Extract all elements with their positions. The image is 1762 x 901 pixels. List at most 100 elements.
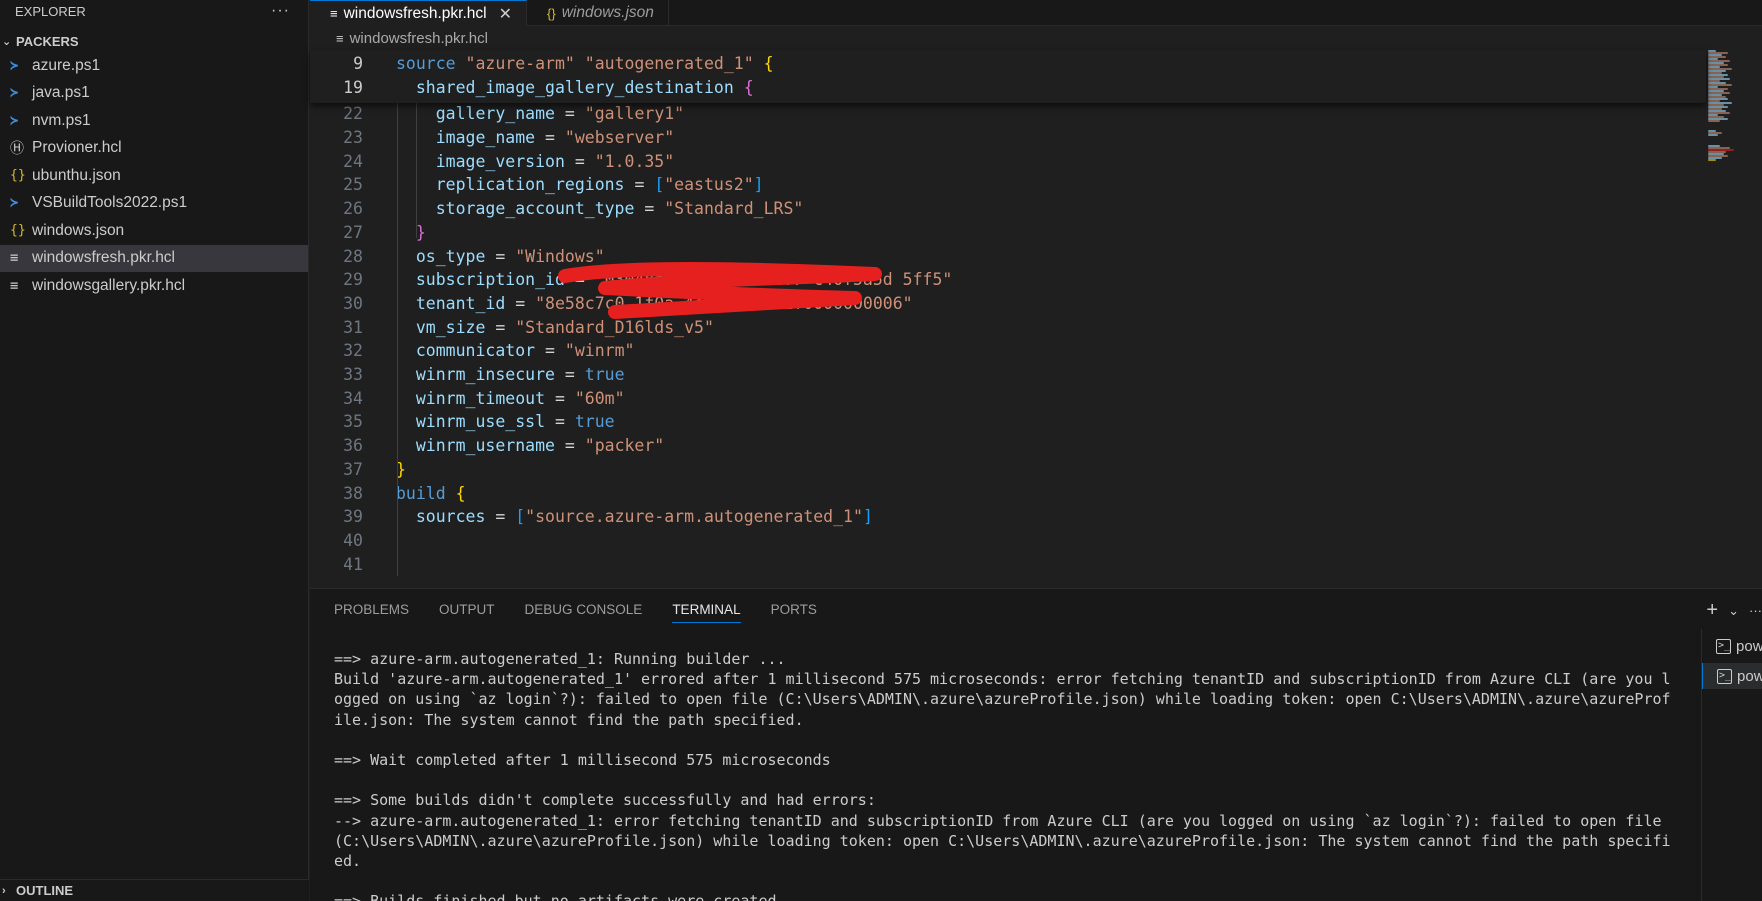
code-line: 36 winrm_username = "packer" — [310, 434, 664, 458]
code-line: 35 winrm_use_ssl = true — [310, 410, 614, 434]
code-line: 24 image_version = "1.0.35" — [310, 149, 674, 173]
file-item[interactable]: ≻ azure.ps1 — [0, 52, 308, 80]
panel-actions: + ⌄ ··· — [1706, 599, 1762, 622]
json-icon: {} — [10, 223, 26, 239]
close-icon[interactable]: ✕ — [499, 4, 512, 24]
file-item[interactable]: {} ubunthu.json — [0, 162, 308, 190]
line-number: 26 — [343, 199, 363, 219]
terminal-instance[interactable]: >_ pow — [1702, 633, 1762, 659]
panel-tab-bar: PROBLEMS OUTPUT DEBUG CONSOLE TERMINAL PORTS — [310, 589, 1762, 629]
powershell-icon: ≻ — [10, 195, 19, 212]
file-label: VSBuildTools2022.ps1 — [32, 194, 188, 212]
explorer-header: EXPLORER ··· — [0, 0, 308, 22]
code-text: gallery_name = "gallery1" — [435, 104, 685, 124]
tab-terminal[interactable]: TERMINAL — [672, 589, 741, 629]
code-editor[interactable]: 21 resource_group = "rg"22 gallery_name … — [310, 50, 1762, 588]
line-number: 25 — [343, 175, 363, 195]
line-number: 41 — [343, 554, 363, 574]
terminal-instance-list: >_ pow >_ pow — [1701, 629, 1762, 901]
code-text: winrm_timeout = "60m" — [415, 388, 625, 408]
indent-guide — [397, 102, 398, 549]
terminal-line: ile.json: The system cannot find the pat… — [334, 710, 804, 729]
line-number: 23 — [343, 128, 363, 148]
line-number: 19 — [343, 77, 363, 97]
line-number: 27 — [343, 222, 363, 242]
line-number: 36 — [343, 436, 363, 456]
file-item[interactable]: ≻ java.ps1 — [0, 80, 308, 108]
powershell-terminal-icon: >_ — [1716, 638, 1732, 654]
chevron-right-icon: › — [2, 884, 6, 897]
tab-debug-console[interactable]: DEBUG CONSOLE — [525, 589, 643, 629]
terminal-line: ==> Wait completed after 1 millisecond 5… — [334, 750, 831, 769]
file-label: Provioner.hcl — [32, 139, 122, 157]
line-number: 28 — [343, 246, 363, 266]
terminal-output[interactable]: ==> azure-arm.autogenerated_1: Running b… — [334, 649, 1694, 901]
breadcrumb[interactable]: ≡ windowsfresh.pkr.hcl — [310, 26, 1762, 51]
tab-windows-json[interactable]: {} windows.json — [527, 0, 669, 26]
editor-tab-bar: ≡ windowsfresh.pkr.hcl ✕ {} windows.json — [310, 0, 1762, 26]
code-line: 32 communicator = "winrm" — [310, 339, 634, 363]
more-actions-icon[interactable]: ··· — [271, 2, 290, 20]
tab-output[interactable]: OUTPUT — [439, 589, 495, 629]
tab-label: windows.json — [561, 4, 654, 21]
tab-windowsfresh[interactable]: ≡ windowsfresh.pkr.hcl ✕ — [310, 0, 528, 26]
file-item[interactable]: ≻ VSBuildTools2022.ps1 — [0, 190, 308, 218]
terminal-line: ==> azure-arm.autogenerated_1: Running b… — [334, 650, 786, 668]
code-text: winrm_use_ssl = true — [415, 412, 615, 432]
code-line: 40 — [310, 529, 363, 553]
chevron-down-icon[interactable]: ⌄ — [1728, 603, 1739, 619]
folder-name: PACKERS — [16, 33, 79, 49]
tab-label: windowsfresh.pkr.hcl — [343, 4, 487, 22]
new-terminal-icon[interactable]: + — [1706, 599, 1718, 622]
code-text: sources = ["source.azure-arm.autogenerat… — [415, 507, 873, 527]
code-line: 39 sources = ["source.azure-arm.autogene… — [310, 505, 873, 529]
file-tree: ≻ azure.ps1 ≻ java.ps1 ≻ nvm.ps1 Ⓗ Provioner.hc… — [0, 52, 308, 300]
file-label: java.ps1 — [32, 84, 90, 102]
powershell-icon: ≻ — [10, 85, 19, 102]
code-text: replication_regions = ["eastus2"] — [435, 175, 764, 195]
line-number: 24 — [343, 151, 363, 171]
code-line: 25 replication_regions = ["eastus2"] — [310, 173, 763, 197]
minimap[interactable] — [1706, 50, 1748, 200]
code-line: 33 winrm_insecure = true — [310, 363, 624, 387]
tab-ports[interactable]: PORTS — [771, 589, 817, 629]
file-label: windowsgallery.pkr.hcl — [32, 276, 186, 294]
more-actions-icon[interactable]: ··· — [1749, 603, 1762, 618]
hcl-icon: Ⓗ — [10, 141, 24, 158]
line-number: 40 — [343, 530, 363, 550]
code-text: } — [415, 222, 426, 242]
chevron-down-icon: ⌄ — [2, 35, 12, 48]
file-label: nvm.ps1 — [32, 111, 91, 129]
code-line: 26 storage_account_type = "Standard_LRS" — [310, 197, 803, 221]
sticky-scroll-line[interactable]: 9 source "azure-arm" "autogenerated_1" { — [310, 52, 773, 76]
sticky-scroll-line[interactable]: 19 shared_image_gallery_destination { — [310, 76, 754, 100]
folder-section-packers[interactable]: ⌄ PACKERS — [0, 30, 308, 52]
file-item[interactable]: ≻ nvm.ps1 — [0, 107, 308, 135]
line-number: 33 — [343, 365, 363, 385]
file-item[interactable]: ≡ windowsgallery.pkr.hcl — [0, 272, 308, 300]
indent-guide — [416, 102, 417, 239]
terminal-instance[interactable]: >_ pow — [1702, 663, 1762, 689]
outline-section[interactable]: › OUTLINE — [0, 879, 309, 901]
file-label: windows.json — [32, 221, 125, 239]
terminal-instance-label: pow — [1736, 637, 1762, 655]
line-number: 22 — [343, 104, 363, 124]
line-number: 32 — [343, 341, 363, 361]
file-label: ubunthu.json — [32, 166, 121, 184]
file-lines-icon: ≡ — [330, 6, 338, 21]
file-item[interactable]: Ⓗ Provioner.hcl — [0, 135, 308, 163]
code-text: storage_account_type = "Standard_LRS" — [435, 199, 804, 219]
terminal-line: ogged on using `az login`?): failed to o… — [334, 690, 1671, 709]
code-line: 22 gallery_name = "gallery1" — [310, 102, 684, 126]
line-number: 31 — [343, 317, 363, 337]
terminal-line: Build 'azure-arm.autogenerated_1' errore… — [334, 670, 1671, 689]
file-item[interactable]: {} windows.json — [0, 217, 308, 245]
tab-problems[interactable]: PROBLEMS — [334, 589, 409, 629]
minimap-line — [1708, 134, 1718, 136]
terminal-line: ==> Some builds didn't complete successf… — [334, 791, 876, 810]
indent-guide — [397, 504, 398, 576]
file-item[interactable]: ≡ windowsfresh.pkr.hcl — [0, 244, 308, 272]
